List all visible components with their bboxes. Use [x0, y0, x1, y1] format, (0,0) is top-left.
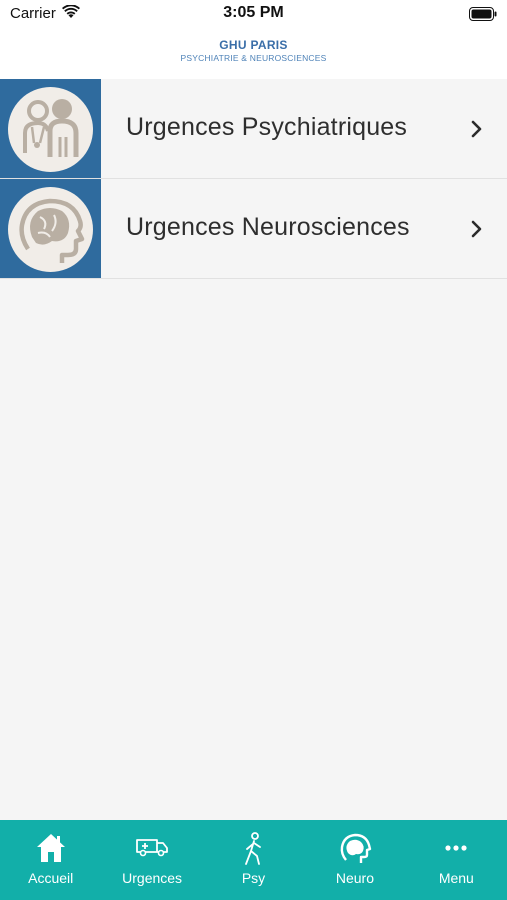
brain-head-icon: [19, 198, 85, 263]
tab-bar: Accueil Urgences Psy Neuro Menu: [0, 820, 507, 900]
tab-label: Accueil: [28, 870, 74, 886]
row-thumbnail: [0, 179, 101, 278]
menu-item-label: Urgences Neurosciences: [126, 213, 410, 241]
menu-item-label: Urgences Psychiatriques: [126, 113, 408, 141]
brain-head-icon: [340, 833, 372, 863]
battery-icon: [469, 7, 497, 21]
tab-label: Urgences: [122, 870, 183, 886]
tab-label: Menu: [438, 870, 474, 886]
tab-label: Psy: [241, 870, 266, 886]
tab-label: Neuro: [335, 870, 374, 886]
tab-accueil[interactable]: Accueil: [0, 820, 101, 900]
brand-logo-tagline: PSYCHIATRIE & NEUROSCIENCES: [180, 53, 327, 63]
home-icon: [36, 834, 65, 862]
ambulance-icon: [136, 839, 169, 857]
menu-item-urgences-neurosciences[interactable]: Urgences Neurosciences: [0, 179, 507, 279]
row-thumbnail: [0, 79, 101, 178]
tab-urgences[interactable]: Urgences: [101, 820, 202, 900]
chevron-right-icon: [471, 120, 482, 138]
chevron-right-icon: [471, 220, 482, 238]
brand-logo-title: GHU PARIS: [219, 38, 288, 52]
psychiatry-people-icon: [23, 99, 79, 157]
walking-person-icon: [244, 832, 261, 865]
tab-menu[interactable]: Menu: [406, 820, 507, 900]
tab-neuro[interactable]: Neuro: [304, 820, 405, 900]
emergency-menu-list: Urgences Psychiatriques Urgences Neurosc…: [0, 79, 507, 279]
tab-psy[interactable]: Psy: [203, 820, 304, 900]
more-dots-icon: [445, 845, 467, 851]
status-bar: Carrier 3:05 PM: [0, 0, 507, 30]
app-header: GHU PARIS PSYCHIATRIE & NEUROSCIENCES: [0, 30, 507, 79]
menu-item-urgences-psychiatriques[interactable]: Urgences Psychiatriques: [0, 79, 507, 179]
clock: 3:05 PM: [223, 4, 284, 21]
